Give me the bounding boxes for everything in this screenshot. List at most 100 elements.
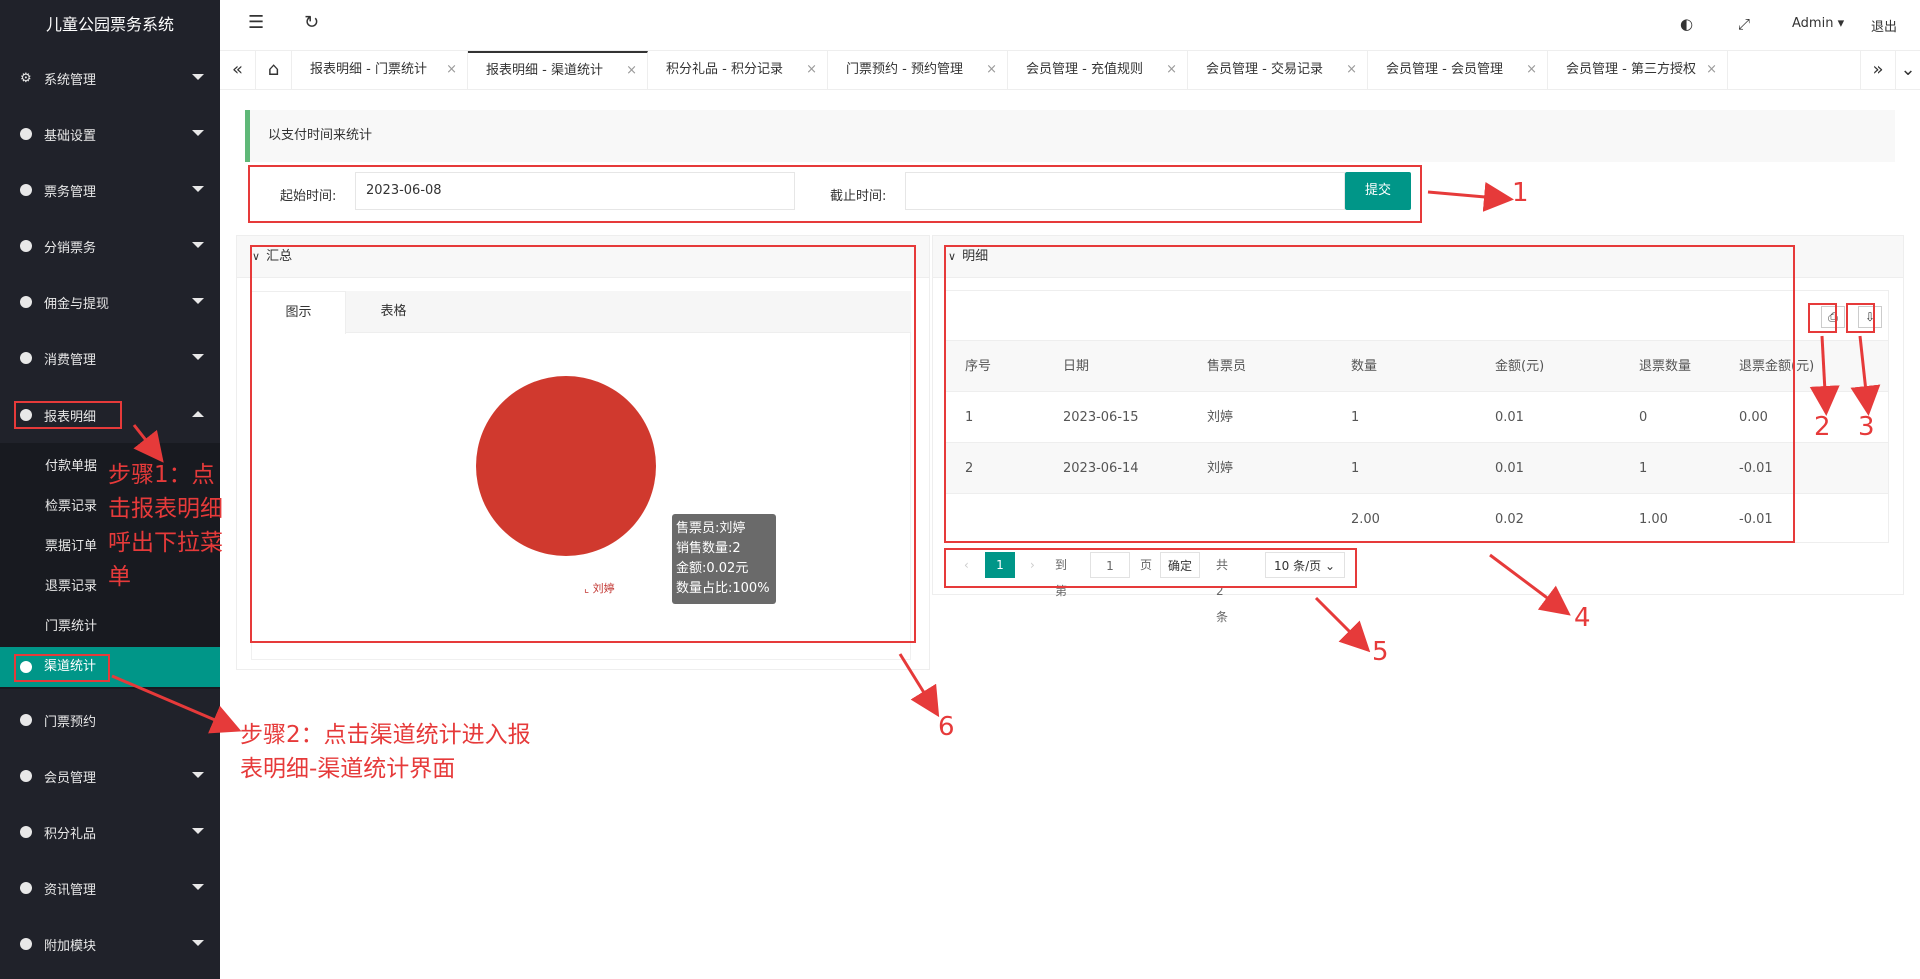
annotation-box-1: [248, 165, 1422, 223]
dot-icon: [20, 296, 32, 308]
app-title: 儿童公园票务系统: [45, 15, 174, 34]
tab-label: 会员管理 - 会员管理: [1386, 62, 1503, 77]
tab-label: 会员管理 - 充值规则: [1026, 62, 1143, 77]
sidebar-item-basic-settings[interactable]: 基础设置: [0, 106, 220, 162]
user-menu[interactable]: Admin ▾: [1792, 16, 1844, 31]
sidebar-item-news[interactable]: 资讯管理: [0, 860, 220, 916]
annotation-box-reports: [14, 401, 122, 429]
tabs-scroll-left-icon[interactable]: «: [220, 51, 256, 89]
annotation-box-channel-stats: [14, 654, 110, 682]
sidebar-item-label: 票务管理: [44, 184, 97, 200]
tab-label: 门票预约 - 预约管理: [846, 62, 963, 77]
tab-ticket-stats[interactable]: 报表明细 - 门票统计 ×: [292, 51, 468, 89]
sidebar-item-label: 消费管理: [44, 352, 97, 368]
caret-down-icon: [192, 772, 204, 778]
sidebar-item-label: 积分礼品: [44, 826, 97, 842]
annotation-number-1: 1: [1512, 178, 1529, 208]
tab-reservation[interactable]: 门票预约 - 预约管理 ×: [828, 51, 1008, 89]
sidebar-item-addons[interactable]: 附加模块: [0, 916, 220, 972]
annotation-step1: 步骤1：点击报表明细呼出下拉菜单: [108, 462, 223, 590]
sidebar-item-label: 佣金与提现: [44, 296, 110, 312]
tab-label: 报表明细 - 渠道统计: [486, 63, 603, 78]
tab-label: 报表明细 - 门票统计: [310, 62, 427, 77]
annotation-number-6: 6: [938, 712, 955, 742]
sidebar-item-members[interactable]: 会员管理: [0, 748, 220, 804]
tab-label: 会员管理 - 交易记录: [1206, 62, 1323, 77]
caret-down-icon: [192, 186, 204, 192]
caret-up-icon: [192, 411, 204, 417]
sidebar-item-system[interactable]: ⚙ 系统管理: [0, 50, 220, 106]
caret-down-icon: [192, 884, 204, 890]
user-name: Admin: [1792, 16, 1834, 31]
tab-transactions[interactable]: 会员管理 - 交易记录 ×: [1188, 51, 1368, 89]
sidebar-item-label: 基础设置: [44, 128, 97, 144]
annotation-box-3: [1846, 303, 1875, 333]
sidebar-item-label: 附加模块: [44, 938, 97, 954]
chevron-down-icon[interactable]: ⌄: [1896, 51, 1920, 89]
top-header: ☰ ↻ ◐ ⤢ Admin ▾ 退出: [220, 0, 1920, 50]
sidebar-item-label: 分销票务: [44, 240, 97, 256]
caret-down-icon: [192, 242, 204, 248]
dot-icon: [20, 826, 32, 838]
close-icon[interactable]: ×: [446, 51, 457, 89]
annotation-box-5: [944, 548, 1357, 588]
caret-down-icon: [192, 130, 204, 136]
notice-bar: 以支付时间来统计: [245, 110, 1895, 162]
caret-down-icon: [192, 74, 204, 80]
dot-icon: [20, 882, 32, 894]
tab-points-records[interactable]: 积分礼品 - 积分记录 ×: [648, 51, 828, 89]
close-icon[interactable]: ×: [986, 51, 997, 89]
menu-fold-icon[interactable]: ☰: [248, 12, 264, 33]
dot-icon: [20, 184, 32, 196]
close-icon[interactable]: ×: [1706, 51, 1717, 89]
close-icon[interactable]: ×: [626, 53, 637, 89]
close-icon[interactable]: ×: [1346, 51, 1357, 89]
annotation-box-4: [944, 245, 1795, 543]
tab-label: 会员管理 - 第三方授权: [1566, 62, 1696, 77]
annotation-number-2: 2: [1814, 412, 1831, 442]
arrow-5: [1314, 596, 1371, 653]
arrow-1: [1427, 181, 1514, 212]
annotation-box-2: [1808, 303, 1837, 333]
tab-recharge-rules[interactable]: 会员管理 - 充值规则 ×: [1008, 51, 1188, 89]
tab-channel-stats[interactable]: 报表明细 - 渠道统计 ×: [468, 51, 648, 89]
tab-bar: « ⌂ 报表明细 - 门票统计 × 报表明细 - 渠道统计 × 积分礼品 - 积分记…: [220, 50, 1920, 90]
gear-icon: ⚙: [20, 70, 32, 86]
dot-icon: [20, 938, 32, 950]
sidebar-item-consumption[interactable]: 消费管理: [0, 330, 220, 386]
annotation-box-6: [250, 245, 916, 643]
annotation-step2: 步骤2：点击渠道统计进入报表明细-渠道统计界面: [240, 722, 531, 782]
annotation-number-3: 3: [1858, 412, 1875, 442]
dot-icon: [20, 128, 32, 140]
dot-icon: [20, 352, 32, 364]
refresh-icon[interactable]: ↻: [304, 12, 319, 33]
caret-down-icon: ▾: [1837, 16, 1845, 31]
close-icon[interactable]: ×: [1526, 51, 1537, 89]
sidebar-item-label: 资讯管理: [44, 882, 97, 898]
close-icon[interactable]: ×: [1166, 51, 1177, 89]
sidebar-item-distribution[interactable]: 分销票务: [0, 218, 220, 274]
sidebar-item-points-gifts[interactable]: 积分礼品: [0, 804, 220, 860]
sidebar-item-ticket-management[interactable]: 票务管理: [0, 162, 220, 218]
tab-third-party[interactable]: 会员管理 - 第三方授权 ×: [1548, 51, 1728, 89]
sidebar-item-commission[interactable]: 佣金与提现: [0, 274, 220, 330]
annotation-number-5: 5: [1372, 637, 1389, 667]
fullscreen-icon[interactable]: ⤢: [1738, 15, 1750, 33]
tab-member-management[interactable]: 会员管理 - 会员管理 ×: [1368, 51, 1548, 89]
sidebar-subitem-ticket-stats[interactable]: 门票统计: [0, 607, 220, 647]
sidebar-item-reservation[interactable]: 门票预约: [0, 692, 220, 748]
tabs-scroll-right-icon[interactable]: »: [1860, 51, 1896, 89]
caret-down-icon: [192, 354, 204, 360]
home-icon[interactable]: ⌂: [256, 51, 292, 89]
sidebar-item-label: 门票预约: [44, 714, 97, 730]
theme-icon[interactable]: ◐: [1680, 15, 1693, 33]
dot-icon: [20, 714, 32, 726]
caret-down-icon: [192, 940, 204, 946]
dot-icon: [20, 240, 32, 252]
sidebar-item-label: 会员管理: [44, 770, 97, 786]
close-icon[interactable]: ×: [806, 51, 817, 89]
dot-icon: [20, 770, 32, 782]
caret-down-icon: [192, 298, 204, 304]
logout-link[interactable]: 退出: [1871, 16, 1897, 35]
tab-label: 积分礼品 - 积分记录: [666, 62, 783, 77]
